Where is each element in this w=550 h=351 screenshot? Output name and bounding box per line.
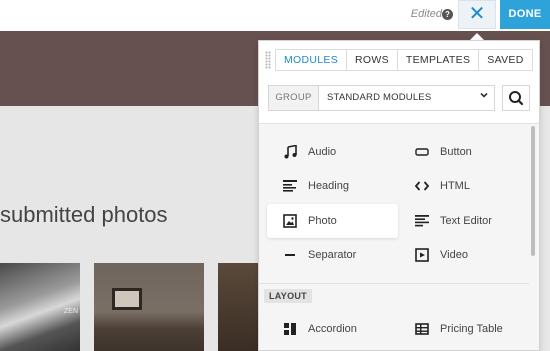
module-html[interactable]: HTML (399, 169, 529, 203)
help-icon[interactable]: ? (442, 9, 453, 20)
module-label: Audio (308, 146, 337, 158)
tab-rows[interactable]: ROWS (346, 49, 398, 71)
page-heading: submitted photos (0, 202, 168, 227)
accordion-icon (282, 321, 298, 337)
module-label: HTML (440, 180, 470, 192)
module-audio[interactable]: Audio (267, 135, 399, 169)
thumbnail-caption: ZEN (64, 308, 78, 315)
search-button[interactable] (502, 85, 530, 111)
group-value[interactable]: STANDARD MODULES (319, 86, 474, 110)
top-bar: Edited ? ✕ DONE (0, 0, 550, 31)
module-label: Button (440, 146, 472, 158)
scrollbar-thumb[interactable] (531, 126, 535, 256)
pricing-table-icon (414, 321, 430, 337)
frame-image (112, 288, 142, 310)
panel-tabs: MODULES ROWS TEMPLATES SAVED (275, 49, 533, 71)
module-separator[interactable]: Separator (267, 238, 399, 272)
section-divider (259, 283, 529, 284)
group-select[interactable]: GROUP STANDARD MODULES (268, 85, 495, 111)
photo-thumbnail[interactable] (94, 263, 204, 351)
panel-caret (470, 33, 484, 40)
photo-thumbnail[interactable] (218, 263, 258, 351)
edited-status: Edited (410, 8, 442, 20)
module-label: Pricing Table (440, 323, 503, 335)
module-label: Heading (308, 180, 349, 192)
panel-scrollbar[interactable] (530, 126, 536, 351)
video-icon (414, 247, 430, 263)
module-label: Text Editor (440, 215, 492, 227)
heading-icon (282, 178, 298, 194)
content-panel: MODULES ROWS TEMPLATES SAVED GROUP STAND… (258, 40, 540, 351)
module-video[interactable]: Video (399, 238, 529, 272)
tab-saved[interactable]: SAVED (478, 49, 533, 71)
tab-templates[interactable]: TEMPLATES (396, 49, 480, 71)
search-icon (509, 91, 524, 106)
module-button[interactable]: Button (399, 135, 529, 169)
module-pricing-table[interactable]: Pricing Table (399, 312, 529, 346)
tab-modules[interactable]: MODULES (275, 49, 348, 71)
drag-handle-icon[interactable] (265, 51, 271, 69)
module-label: Separator (308, 249, 357, 261)
section-label-layout: LAYOUT (264, 289, 312, 303)
chevron-down-icon[interactable] (474, 86, 494, 110)
close-button[interactable]: ✕ (458, 0, 496, 29)
group-label: GROUP (269, 86, 319, 110)
text-editor-icon (414, 213, 430, 229)
module-heading[interactable]: Heading (267, 169, 399, 203)
module-text-editor[interactable]: Text Editor (399, 204, 529, 238)
module-label: Video (440, 249, 468, 261)
module-label: Photo (308, 215, 337, 227)
module-label: Accordion (308, 323, 357, 335)
code-icon (414, 178, 430, 194)
module-accordion[interactable]: Accordion (267, 312, 399, 346)
photo-thumbnail[interactable]: ZEN (0, 263, 80, 351)
done-button[interactable]: DONE (500, 0, 550, 29)
panel-header: MODULES ROWS TEMPLATES SAVED GROUP STAND… (259, 41, 539, 124)
button-icon (414, 144, 430, 160)
music-note-icon (282, 144, 298, 160)
separator-icon (282, 247, 298, 263)
module-photo[interactable]: Photo (267, 204, 398, 238)
photo-icon (282, 213, 298, 229)
